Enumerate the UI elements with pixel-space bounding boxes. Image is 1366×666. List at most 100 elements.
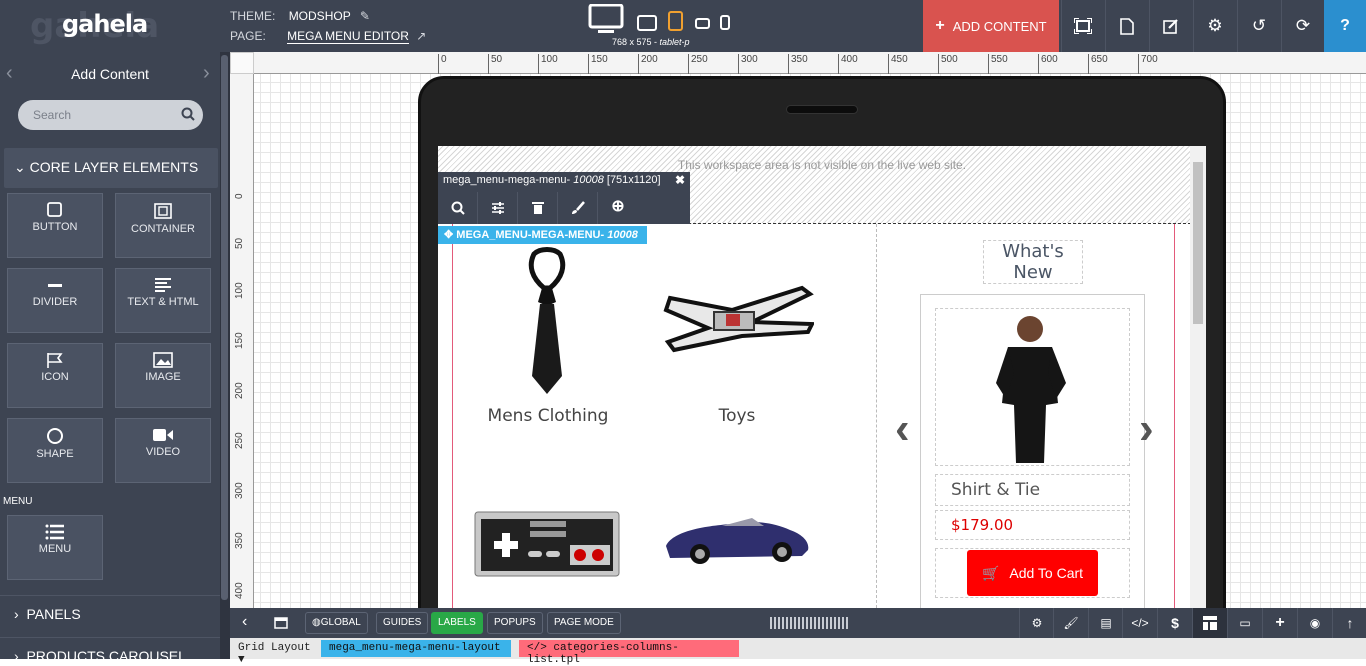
phone-portrait-icon[interactable]: [720, 15, 730, 30]
brush-button[interactable]: 🖌: [1053, 608, 1088, 638]
toy-ship-image[interactable]: [662, 280, 814, 360]
settings-sliders-button[interactable]: [478, 192, 518, 224]
refresh-button[interactable]: ⟳: [1281, 0, 1324, 52]
edit-button[interactable]: [1149, 0, 1192, 52]
code-button[interactable]: </>: [1122, 608, 1157, 638]
ruler-tick: 50: [234, 237, 245, 249]
element-toolbar: mega_menu-mega-menu- 10008 [751x1120] ✖ …: [438, 172, 690, 224]
undo-button[interactable]: ↺: [1237, 0, 1280, 52]
tie-image[interactable]: [518, 246, 576, 396]
brush-icon: [571, 201, 585, 214]
text-html-tile[interactable]: TEXT & HTML: [115, 268, 211, 333]
theme-row: THEME: MODSHOP ✎: [230, 9, 370, 23]
zoom-button[interactable]: [438, 192, 478, 224]
external-link-icon[interactable]: ↗: [416, 29, 426, 43]
button-tile[interactable]: BUTTON: [7, 193, 103, 258]
dollar-icon: $: [1171, 615, 1179, 631]
layout-icon: [1203, 616, 1217, 630]
element-label-tag[interactable]: ✥ MEGA_MENU-MEGA-MENU- 10008: [438, 226, 647, 244]
global-button[interactable]: ◍GLOBAL: [305, 612, 368, 634]
ruler-tick: 100: [538, 54, 558, 74]
popups-button[interactable]: POPUPS: [487, 612, 543, 634]
tag-id: 10008: [607, 229, 638, 241]
page-value[interactable]: MEGA MENU EDITOR: [287, 29, 409, 44]
help-button[interactable]: ?: [1324, 0, 1366, 52]
page-mode-button[interactable]: PAGE MODE: [547, 612, 621, 634]
ruler-tick: 650: [1088, 54, 1108, 74]
layout-button[interactable]: [1192, 608, 1227, 638]
tablet-portrait-icon[interactable]: [668, 11, 683, 31]
search-input[interactable]: Search: [18, 100, 203, 130]
search-icon: [451, 201, 465, 215]
screen-scroll-thumb[interactable]: [1193, 162, 1203, 324]
settings-button[interactable]: ⚙: [1193, 0, 1236, 52]
theme-value[interactable]: MODSHOP: [289, 9, 351, 23]
camera-icon: ◉: [1309, 616, 1321, 630]
screenshot-button[interactable]: ◉: [1297, 608, 1332, 638]
cart-icon: 🛒: [981, 564, 1000, 581]
products-carousel-section[interactable]: › PRODUCTS CAROUSEL: [0, 637, 220, 659]
grid-layout-dropdown[interactable]: Grid Layout ▼: [230, 640, 320, 666]
video-tile[interactable]: VIDEO: [115, 418, 211, 483]
product-image[interactable]: [986, 313, 1076, 463]
carousel-next-arrow[interactable]: ›: [1139, 404, 1154, 454]
drag-handle[interactable]: [770, 617, 850, 629]
game-controller-image[interactable]: [474, 511, 620, 577]
close-icon[interactable]: ✖: [675, 173, 685, 187]
page-button[interactable]: [1105, 0, 1148, 52]
file-code-button[interactable]: ▤: [1088, 608, 1123, 638]
product-image-frame[interactable]: [935, 308, 1130, 466]
scroll-up-button[interactable]: ↑: [1332, 608, 1366, 638]
page-label: PAGE:: [230, 29, 266, 43]
button-icon: [47, 202, 62, 217]
car-image[interactable]: [662, 506, 812, 570]
add-button[interactable]: ⊕: [598, 192, 638, 224]
guides-button[interactable]: GUIDES: [376, 612, 429, 634]
breadcrumb-template-node[interactable]: </> categories-columns-list.tpl: [519, 640, 739, 666]
tablet-landscape-icon[interactable]: [637, 15, 657, 31]
divider-tile[interactable]: DIVIDER: [7, 268, 103, 333]
labels-button[interactable]: LABELS: [431, 612, 483, 634]
responsive-button[interactable]: ▭: [1227, 608, 1262, 638]
layers-settings-button[interactable]: ⚙: [1019, 608, 1054, 638]
breadcrumb-layout-node[interactable]: mega_menu-mega-menu-layout: [321, 640, 511, 657]
add-to-cart-button[interactable]: 🛒 Add To Cart: [967, 550, 1098, 596]
panels-section[interactable]: › PANELS: [0, 595, 220, 632]
ruler-tick: 200: [638, 54, 658, 74]
delete-button[interactable]: [518, 192, 558, 224]
pencil-icon[interactable]: ✎: [360, 9, 370, 23]
element-size: [751x1120]: [603, 174, 661, 186]
desktop-icon[interactable]: [588, 3, 624, 33]
carousel-prev-arrow[interactable]: ‹: [895, 404, 910, 454]
phone-landscape-icon[interactable]: [695, 18, 710, 29]
add-button[interactable]: +: [1262, 608, 1297, 638]
category-mens-clothing[interactable]: Mens Clothing: [468, 406, 628, 426]
style-button[interactable]: [558, 192, 598, 224]
section-label: CORE LAYER ELEMENTS: [29, 159, 199, 175]
element-id: 10008: [573, 174, 604, 186]
product-name[interactable]: Shirt & Tie: [935, 474, 1130, 506]
add-content-button[interactable]: + ADD CONTENT: [923, 0, 1059, 52]
devices-icon: ▭: [1239, 616, 1251, 630]
tile-label: CONTAINER: [131, 223, 195, 235]
tile-label: MENU: [38, 543, 72, 555]
sliders-icon: [491, 202, 504, 214]
products-carousel-label: PRODUCTS CAROUSEL: [26, 648, 186, 659]
menu-tile[interactable]: MENU: [7, 515, 103, 580]
window-icon[interactable]: [274, 617, 288, 629]
category-toys[interactable]: Toys: [682, 406, 792, 426]
core-layer-elements-header[interactable]: ⌄ CORE LAYER ELEMENTS: [4, 148, 218, 188]
device-dimensions: 768 x 575 -: [612, 37, 660, 47]
chevron-right-icon[interactable]: ›: [203, 62, 210, 85]
frame-button[interactable]: [1061, 0, 1104, 52]
ruler-tick: 0: [438, 54, 447, 74]
screen-scrollbar[interactable]: [1190, 146, 1206, 608]
currency-button[interactable]: $: [1157, 608, 1192, 638]
sidebar-scroll-thumb[interactable]: [221, 55, 228, 600]
container-tile[interactable]: CONTAINER: [115, 193, 211, 258]
image-tile[interactable]: IMAGE: [115, 343, 211, 408]
image-icon: [153, 352, 173, 368]
icon-tile[interactable]: ICON: [7, 343, 103, 408]
chevron-left-icon[interactable]: ‹: [242, 613, 247, 631]
shape-tile[interactable]: SHAPE: [7, 418, 103, 483]
